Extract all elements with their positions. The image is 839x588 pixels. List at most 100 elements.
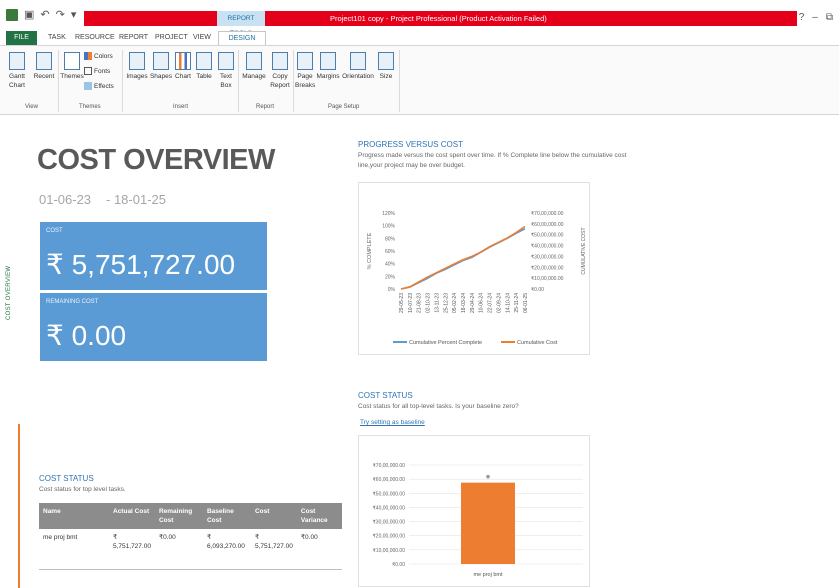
x-tick-label: 13-11-23	[434, 293, 440, 313]
fonts-button[interactable]: Fonts	[84, 67, 110, 75]
colors-icon	[84, 52, 92, 60]
cost-status-bar-chart[interactable]: ₹70,00,000.00 ₹60,00,000.00 ₹50,00,000.00 ₹…	[358, 435, 590, 587]
effects-label: Effects	[94, 82, 114, 90]
x-tick-label: 21-08-23	[417, 293, 423, 313]
cost-status-table-heading: COST STATUS	[39, 474, 94, 483]
cell-cost: ₹ 5,751,727.00	[250, 529, 297, 570]
col-baseline-cost: Baseline Cost	[202, 503, 251, 529]
restore-button[interactable]: ⧉	[826, 12, 833, 23]
table-icon	[196, 52, 212, 70]
page-breaks-button[interactable]: Page Breaks	[295, 52, 315, 90]
manage-button[interactable]: Manage	[241, 52, 267, 81]
cost-kpi-label: COST	[46, 228, 63, 234]
col-name: Name	[39, 503, 109, 529]
colors-button[interactable]: Colors	[84, 52, 113, 60]
tab-file[interactable]: FILE	[6, 31, 37, 45]
text-box-label: Text Box	[220, 73, 232, 89]
text-box-button[interactable]: Text Box	[216, 52, 236, 90]
y-tick-label: ₹10,00,000.00	[373, 548, 406, 554]
margins-button[interactable]: Margins	[316, 52, 340, 81]
ribbon-tabs: FILE TASK RESOURCE REPORT PROJECT VIEW D…	[0, 31, 839, 45]
tab-report[interactable]: REPORT	[119, 31, 148, 45]
ribbon-separator	[293, 50, 294, 112]
remaining-cost-kpi-card: REMAINING COST ₹ 0.00	[40, 293, 267, 361]
cost-kpi-value: ₹ 5,751,727.00	[46, 249, 236, 280]
tab-project[interactable]: PROJECT	[155, 31, 188, 45]
y2-axis-title: CUMULATIVE COST	[581, 227, 587, 274]
themes-button[interactable]: Themes	[60, 52, 84, 81]
copy-report-button[interactable]: Copy Report	[267, 52, 293, 90]
cell-remaining-cost: ₹0.00	[154, 529, 203, 570]
help-button[interactable]: ?	[799, 12, 805, 23]
window-controls: ? – ⧉	[799, 12, 833, 23]
y-tick-label: 0%	[388, 287, 396, 293]
end-date: - 18-01-25	[106, 192, 166, 207]
bar-me-proj-bmt	[461, 482, 515, 564]
y-tick-label: ₹50,00,000.00	[373, 491, 406, 497]
cost-status-table[interactable]: Name Actual Cost Remaining Cost Baseline…	[39, 503, 342, 570]
shapes-icon	[153, 52, 169, 70]
ribbon: Gantt Chart Recent View Themes Colors Fo…	[0, 45, 839, 115]
y-tick-label: ₹0.00	[392, 562, 405, 568]
chart-button[interactable]: Chart	[173, 52, 193, 81]
x-tick-label: 25-12-23	[443, 293, 449, 313]
save-icon[interactable]: ▣	[24, 8, 34, 21]
x-tick-label: me proj bmt	[473, 572, 503, 578]
tab-resource[interactable]: RESOURCE	[75, 31, 115, 45]
y2-tick-label: ₹50,00,000.00	[531, 233, 564, 239]
tab-design[interactable]: DESIGN	[218, 31, 266, 45]
minimize-button[interactable]: –	[812, 12, 818, 23]
images-button[interactable]: Images	[125, 52, 149, 81]
y-tick-label: 100%	[382, 224, 395, 230]
report-tools-context-label: REPORT TOOLS	[217, 11, 265, 37]
customize-qat-icon[interactable]: ▾	[71, 8, 77, 21]
cell-actual-cost: ₹ 5,751,727.00	[109, 529, 155, 570]
quick-access-toolbar: ▣ ↶ ↷ ▾	[6, 8, 76, 21]
images-label: Images	[126, 73, 148, 80]
recent-label: Recent	[33, 73, 55, 80]
effects-button[interactable]: Effects	[84, 82, 114, 90]
col-remaining-cost: Remaining Cost	[154, 503, 203, 529]
x-tick-label: 18-03-24	[461, 293, 467, 313]
group-label-themes: Themes	[79, 104, 101, 110]
x-tick-label: 02-09-24	[496, 293, 502, 313]
cell-cost-variance: ₹0.00	[296, 529, 342, 570]
redo-icon[interactable]: ↷	[56, 8, 65, 21]
bar-chart-svg: ₹70,00,000.00 ₹60,00,000.00 ₹50,00,000.00 ₹…	[373, 463, 583, 578]
y-tick-label: ₹70,00,000.00	[373, 463, 406, 469]
title-bar: ▣ ↶ ↷ ▾ REPORT TOOLS Project101 copy - P…	[0, 0, 839, 37]
table-label: Table	[196, 73, 212, 80]
y2-tick-label: ₹60,00,000.00	[531, 222, 564, 228]
table-header-row: Name Actual Cost Remaining Cost Baseline…	[39, 503, 342, 529]
y2-tick-label: ₹70,00,000.00	[531, 211, 564, 217]
ribbon-separator	[238, 50, 239, 112]
orientation-button[interactable]: Orientation	[341, 52, 375, 81]
x-tick-label: 25-11-24	[514, 293, 520, 313]
y-tick-label: ₹60,00,000.00	[373, 477, 406, 483]
x-tick-label: 05-02-24	[452, 293, 458, 313]
copy-report-icon	[272, 52, 288, 70]
cell-baseline-cost: ₹ 6,093,270.00	[202, 529, 251, 570]
y2-tick-label: ₹20,00,000.00	[531, 265, 564, 271]
size-button[interactable]: Size	[377, 52, 395, 81]
side-tab-cost-overview[interactable]: COST OVERVIEW	[6, 266, 12, 320]
copy-report-label: Copy Report	[270, 73, 290, 89]
undo-icon[interactable]: ↶	[40, 8, 49, 21]
progress-vs-cost-chart[interactable]: 120% 100% 80% 60% 40% 20% 0% ₹70,00,000.00 ₹60,0…	[358, 182, 590, 355]
table-button[interactable]: Table	[194, 52, 214, 81]
images-icon	[129, 52, 145, 70]
shapes-button[interactable]: Shapes	[149, 52, 173, 81]
cell-name: me proj bmt	[39, 529, 109, 570]
legend-label-cumulative-cost: Cumulative Cost	[517, 340, 558, 346]
group-label-report: Report	[256, 104, 275, 110]
tab-task[interactable]: TASK	[48, 31, 66, 45]
x-tick-label: 10-07-23	[408, 293, 414, 313]
recent-button[interactable]: Recent	[32, 52, 56, 81]
tab-view[interactable]: VIEW	[193, 31, 211, 45]
group-label-view: View	[25, 104, 38, 110]
remaining-cost-kpi-value: ₹ 0.00	[46, 320, 127, 351]
x-tick-label: 14-10-24	[505, 293, 511, 313]
table-row[interactable]: me proj bmt ₹ 5,751,727.00 ₹0.00 ₹ 6,093…	[39, 529, 342, 570]
set-baseline-link[interactable]: Try setting as baseline	[360, 419, 425, 426]
gantt-chart-button[interactable]: Gantt Chart	[4, 52, 30, 90]
